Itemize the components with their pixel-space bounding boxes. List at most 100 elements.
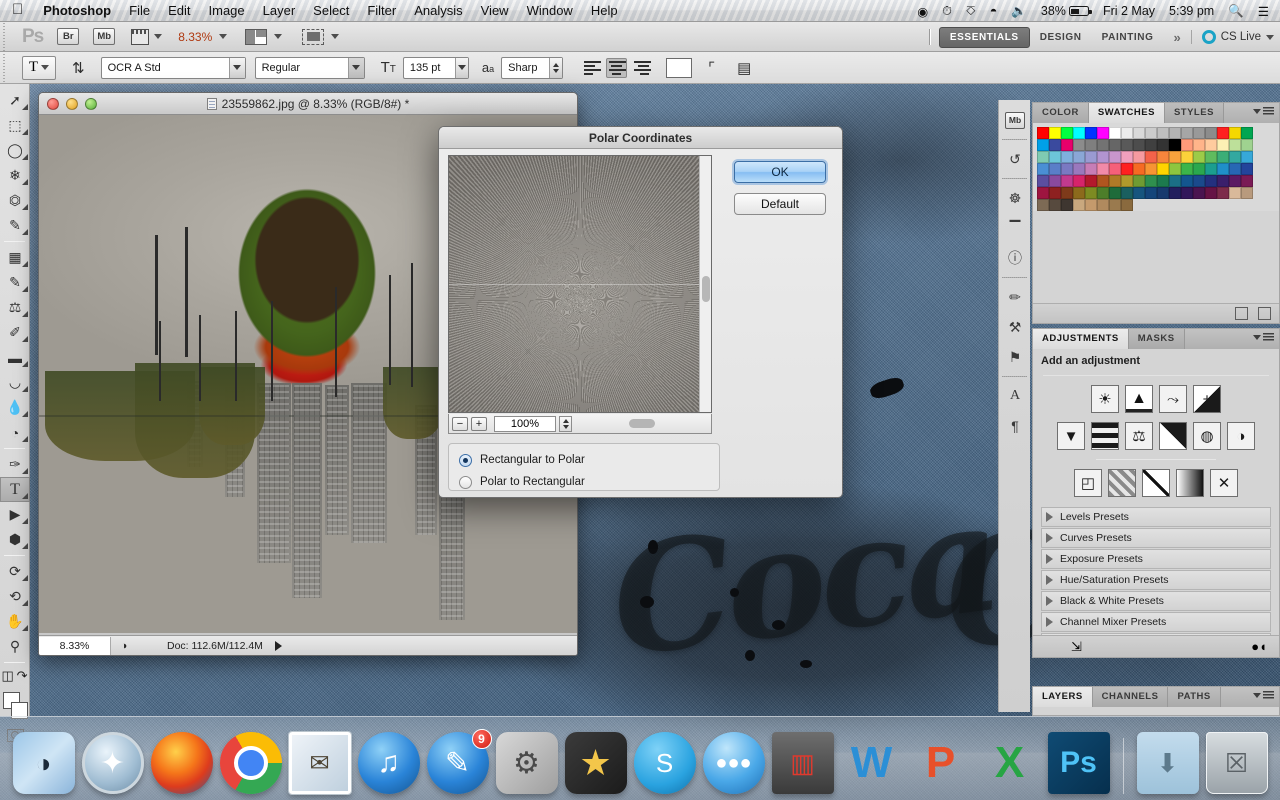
- align-right-button[interactable]: [631, 58, 652, 78]
- kuler-icon[interactable]: ☸: [999, 183, 1031, 213]
- tool-paint-bucket[interactable]: ◡: [0, 370, 30, 395]
- color-swatch[interactable]: [1145, 127, 1157, 139]
- hue-saturation-icon[interactable]: [1091, 422, 1119, 450]
- color-swatch-grid[interactable]: [1033, 123, 1279, 211]
- color-swatch[interactable]: [1217, 187, 1229, 199]
- tab-masks[interactable]: MASKS: [1129, 329, 1185, 349]
- color-swatch[interactable]: [1133, 151, 1145, 163]
- color-swatch[interactable]: [1241, 163, 1253, 175]
- color-swatch[interactable]: [1085, 187, 1097, 199]
- histogram-icon[interactable]: ▔: [999, 213, 1031, 243]
- menu-photoshop[interactable]: Photoshop: [34, 0, 120, 22]
- color-swatch[interactable]: [1121, 127, 1133, 139]
- workspace-design[interactable]: DESIGN: [1030, 28, 1092, 47]
- menu-image[interactable]: Image: [200, 0, 254, 22]
- color-swatch[interactable]: [1157, 151, 1169, 163]
- color-swatch[interactable]: [1157, 127, 1169, 139]
- color-swatch[interactable]: [1121, 187, 1133, 199]
- tool-lasso[interactable]: ◯: [0, 138, 30, 163]
- color-swatch[interactable]: [1037, 151, 1049, 163]
- color-swatch[interactable]: [1133, 187, 1145, 199]
- document-zoom-field[interactable]: 8.33%: [39, 637, 111, 655]
- preset-curves[interactable]: Curves Presets: [1041, 528, 1271, 548]
- color-swatch[interactable]: [1217, 175, 1229, 187]
- zoom-out-button[interactable]: −: [452, 417, 468, 431]
- color-swatch[interactable]: [1061, 151, 1073, 163]
- preview-zoom-value[interactable]: 100%: [494, 416, 556, 432]
- font-size-input[interactable]: 135 pt: [403, 57, 469, 79]
- launch-mini-bridge-button[interactable]: Mb: [93, 28, 115, 45]
- color-swatch[interactable]: [1037, 199, 1049, 211]
- color-swatch[interactable]: [1181, 139, 1193, 151]
- menu-file[interactable]: File: [120, 0, 159, 22]
- dock-itunes[interactable]: ♫: [358, 732, 420, 794]
- color-swatch[interactable]: [1145, 151, 1157, 163]
- color-swatch[interactable]: [1109, 151, 1121, 163]
- filter-preview[interactable]: [448, 155, 712, 413]
- color-swatch[interactable]: [1205, 151, 1217, 163]
- tool-crop[interactable]: ⏣: [0, 188, 30, 213]
- color-swatch[interactable]: [1061, 163, 1073, 175]
- photo-filter-icon[interactable]: ◍: [1193, 422, 1221, 450]
- warp-text-icon[interactable]: ⌜: [708, 59, 715, 77]
- color-swatch[interactable]: [1205, 127, 1217, 139]
- color-swatch[interactable]: [1061, 139, 1073, 151]
- color-swatch[interactable]: [1097, 175, 1109, 187]
- tool-hand[interactable]: ✋: [0, 609, 30, 634]
- dock-powerpoint[interactable]: P: [910, 732, 972, 794]
- color-swatch[interactable]: [1097, 199, 1109, 211]
- tool-blur[interactable]: 💧: [0, 395, 30, 420]
- preview-scrollbar[interactable]: [699, 156, 711, 413]
- gradient-map-icon[interactable]: [1176, 469, 1204, 497]
- color-swatch[interactable]: [1037, 139, 1049, 151]
- color-swatch[interactable]: [1217, 163, 1229, 175]
- levels-icon[interactable]: ▲: [1125, 385, 1153, 413]
- dialog-title-bar[interactable]: Polar Coordinates: [439, 127, 842, 149]
- tab-color[interactable]: COLOR: [1033, 103, 1089, 123]
- color-swatch[interactable]: [1061, 127, 1073, 139]
- preset-exposure[interactable]: Exposure Presets: [1041, 549, 1271, 569]
- tab-channels[interactable]: CHANNELS: [1093, 687, 1169, 707]
- color-swatch[interactable]: [1085, 163, 1097, 175]
- tool-marquee[interactable]: ⬚: [0, 113, 30, 138]
- color-swatch[interactable]: [1073, 151, 1085, 163]
- workspace-more-icon[interactable]: »: [1163, 30, 1190, 45]
- color-swatch[interactable]: [1241, 175, 1253, 187]
- color-swatch[interactable]: [1181, 175, 1193, 187]
- color-swatch[interactable]: [1133, 175, 1145, 187]
- color-swatch[interactable]: [1229, 187, 1241, 199]
- dock-app-store[interactable]: ✎9: [427, 732, 489, 794]
- tool-shape[interactable]: ⬢: [0, 527, 30, 552]
- default-colors-icon[interactable]: ◫: [1, 668, 13, 684]
- color-swatch[interactable]: [1229, 127, 1241, 139]
- selective-color-icon[interactable]: ✕: [1210, 469, 1238, 497]
- menu-analysis[interactable]: Analysis: [405, 0, 471, 22]
- color-swatch[interactable]: [1181, 151, 1193, 163]
- chevron-down-icon[interactable]: [331, 34, 339, 39]
- menu-filter[interactable]: Filter: [358, 0, 405, 22]
- type-tool-icon[interactable]: T: [22, 56, 56, 80]
- menu-edit[interactable]: Edit: [159, 0, 199, 22]
- color-swatch[interactable]: [1157, 139, 1169, 151]
- color-swatch[interactable]: [1181, 127, 1193, 139]
- list-icon[interactable]: ☰: [1251, 0, 1276, 22]
- delete-swatch-icon[interactable]: [1258, 307, 1271, 320]
- text-orientation-icon[interactable]: ⇅: [72, 59, 85, 77]
- dropbox-icon[interactable]: ◉: [910, 0, 935, 22]
- color-swatch[interactable]: [1157, 187, 1169, 199]
- menu-layer[interactable]: Layer: [254, 0, 305, 22]
- color-swatch[interactable]: [1121, 139, 1133, 151]
- tab-styles[interactable]: STYLES: [1165, 103, 1224, 123]
- threshold-icon[interactable]: [1142, 469, 1170, 497]
- tool-zoom[interactable]: ⚲: [0, 634, 30, 659]
- color-swatch[interactable]: [1061, 187, 1073, 199]
- swap-colors-icon[interactable]: ↷: [17, 668, 28, 684]
- preset-black-white[interactable]: Black & White Presets: [1041, 591, 1271, 611]
- color-swatch[interactable]: [1097, 127, 1109, 139]
- color-swatch[interactable]: [1241, 187, 1253, 199]
- new-swatch-icon[interactable]: [1235, 307, 1248, 320]
- default-button[interactable]: Default: [734, 193, 826, 215]
- color-swatch[interactable]: [1049, 151, 1061, 163]
- color-swatch[interactable]: [1193, 187, 1205, 199]
- tool-3d-rotate[interactable]: ⟳: [0, 559, 30, 584]
